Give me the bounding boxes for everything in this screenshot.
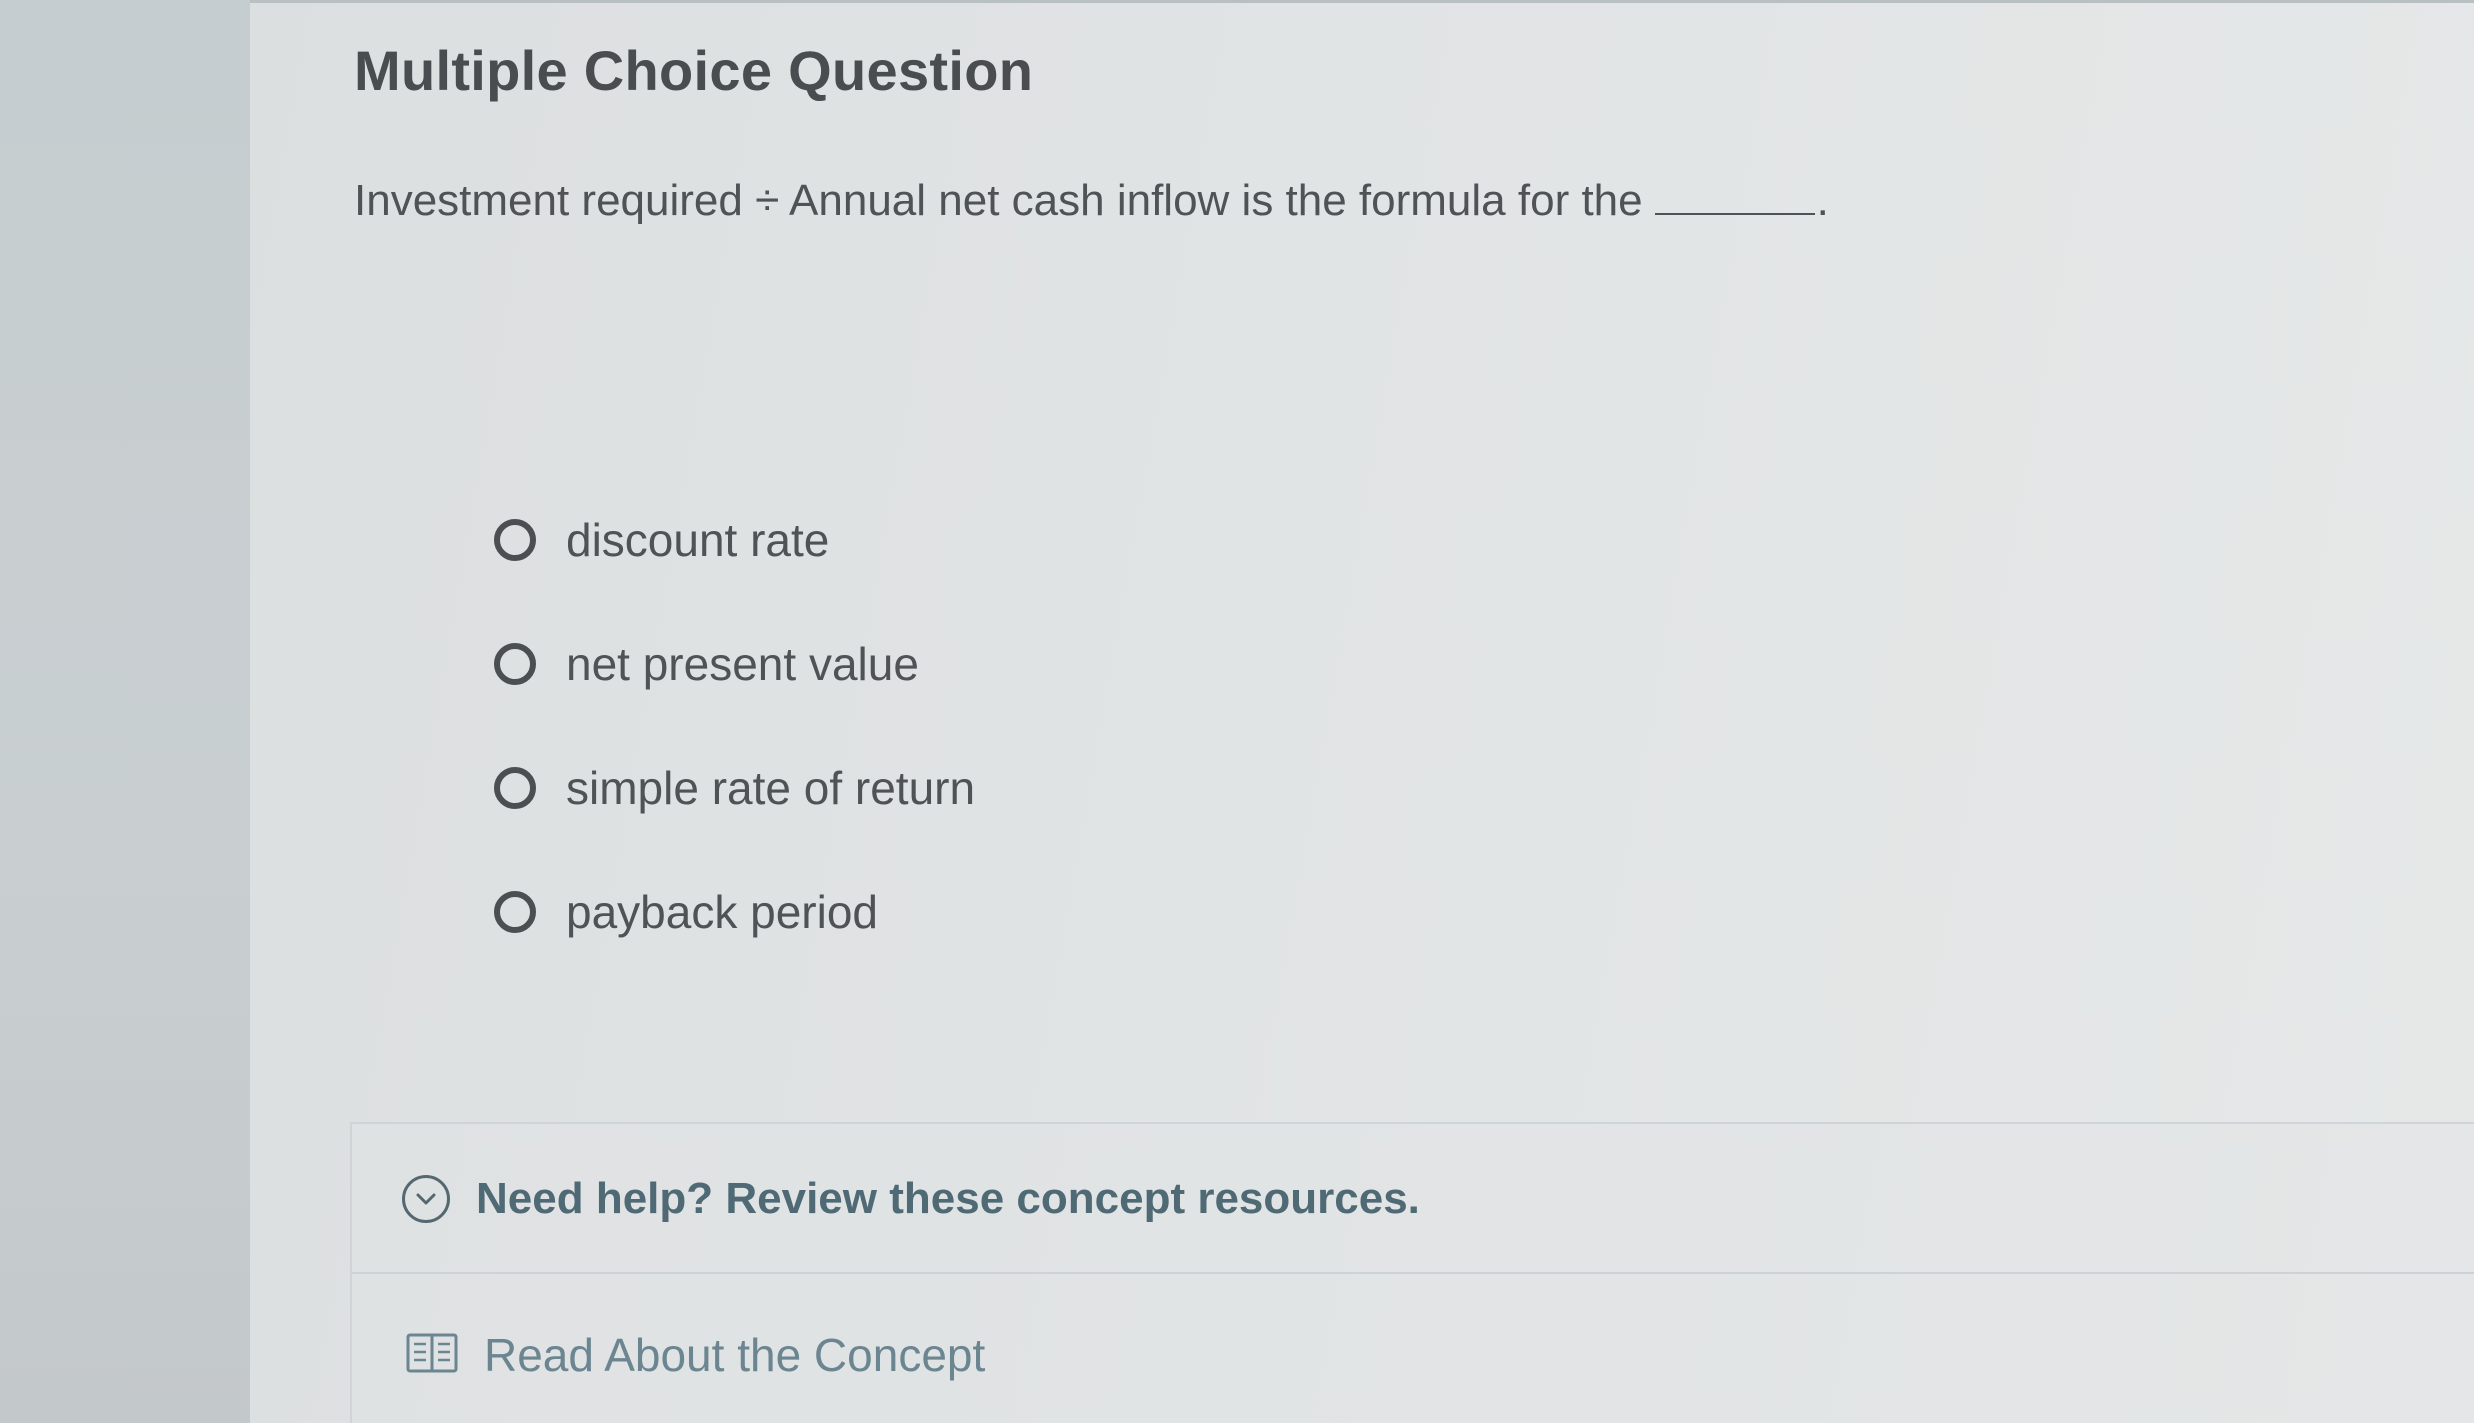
option-label: simple rate of return bbox=[566, 762, 976, 814]
radio-button[interactable] bbox=[494, 643, 536, 685]
option-simple-rate-of-return[interactable]: simple rate of return bbox=[494, 726, 975, 850]
concept-resources-label[interactable]: Need help? Review these concept resource… bbox=[476, 1174, 1420, 1224]
radio-button[interactable] bbox=[494, 519, 536, 561]
read-about-concept-label[interactable]: Read About the Concept bbox=[484, 1328, 985, 1382]
question-text: Investment required ÷ Annual net cash in… bbox=[354, 176, 1643, 225]
option-label: payback period bbox=[566, 886, 878, 938]
question-heading: Multiple Choice Question bbox=[354, 39, 1034, 102]
answer-options: discount rate net present value simple r… bbox=[494, 478, 975, 974]
radio-button[interactable] bbox=[494, 891, 536, 933]
book-icon bbox=[406, 1331, 458, 1380]
left-margin bbox=[0, 0, 250, 1423]
option-label: net present value bbox=[566, 638, 919, 690]
answer-blank bbox=[1654, 183, 1815, 215]
divider bbox=[352, 1272, 2474, 1274]
option-label: discount rate bbox=[566, 514, 830, 566]
read-about-concept-link[interactable]: Read About the Concept bbox=[406, 1328, 985, 1382]
chevron-down-circle-icon[interactable] bbox=[402, 1175, 450, 1223]
concept-resources-toggle[interactable]: Need help? Review these concept resource… bbox=[402, 1174, 1420, 1224]
option-net-present-value[interactable]: net present value bbox=[494, 602, 975, 726]
radio-button[interactable] bbox=[494, 767, 536, 809]
prompt-period: . bbox=[1816, 176, 1829, 225]
option-discount-rate[interactable]: discount rate bbox=[494, 478, 975, 602]
concept-resources-panel: Need help? Review these concept resource… bbox=[350, 1122, 2474, 1423]
option-payback-period[interactable]: payback period bbox=[494, 850, 975, 974]
question-prompt: Investment required ÷ Annual net cash in… bbox=[354, 176, 1829, 226]
